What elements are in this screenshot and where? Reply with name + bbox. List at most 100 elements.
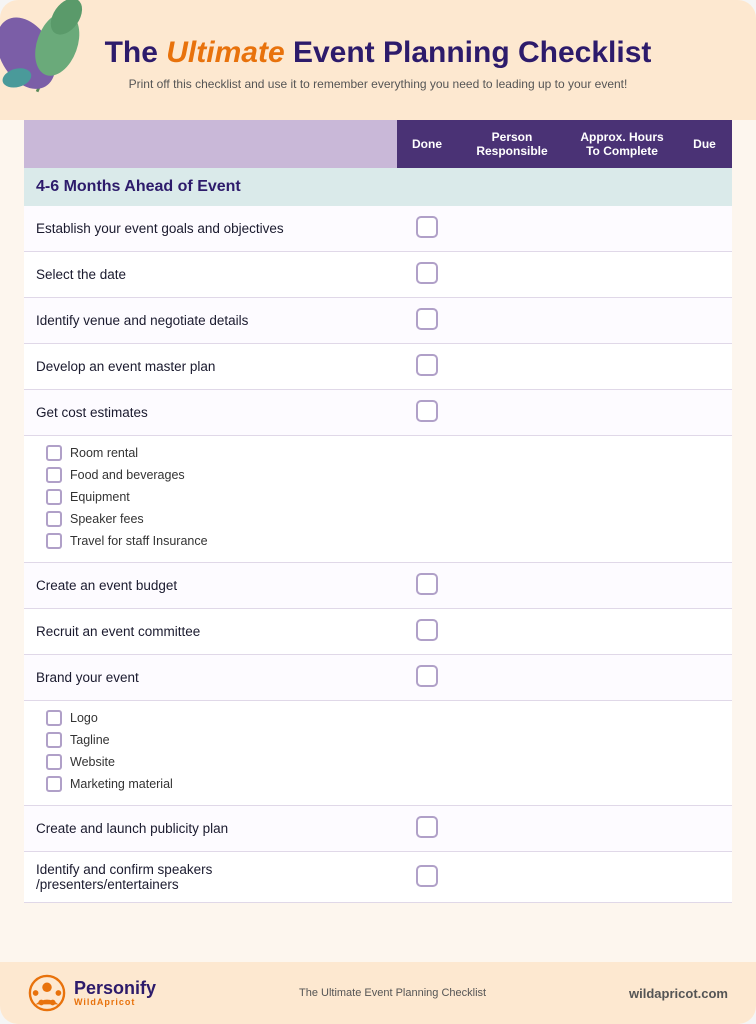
- task-name: Create an event budget: [24, 563, 397, 609]
- footer-middle-text: The Ultimate Event Planning Checklist: [299, 987, 486, 999]
- col-due: Due: [677, 120, 732, 168]
- checklist-table: Done PersonResponsible Approx. HoursTo C…: [24, 120, 732, 903]
- table-row: Get cost estimates: [24, 390, 732, 436]
- person-cell: [457, 852, 567, 903]
- list-item: Room rental: [46, 442, 720, 464]
- person-cell: [457, 344, 567, 390]
- checkbox[interactable]: [416, 400, 438, 422]
- hours-cell: [567, 852, 677, 903]
- sub-checkbox[interactable]: [46, 732, 62, 748]
- table-row: Identify and confirm speakers/presenters…: [24, 852, 732, 903]
- hours-cell: [567, 806, 677, 852]
- checkbox[interactable]: [416, 619, 438, 641]
- sub-checkbox[interactable]: [46, 511, 62, 527]
- checkbox[interactable]: [416, 262, 438, 284]
- hours-cell: [567, 655, 677, 701]
- sub-item-label: Food and beverages: [70, 468, 185, 482]
- list-item: Marketing material: [46, 773, 720, 795]
- checkbox[interactable]: [416, 573, 438, 595]
- hours-cell: [567, 206, 677, 252]
- sub-item-label: Tagline: [70, 733, 110, 747]
- table-row: Establish your event goals and objective…: [24, 206, 732, 252]
- checkbox[interactable]: [416, 865, 438, 887]
- sub-item-label: Website: [70, 755, 115, 769]
- person-cell: [457, 206, 567, 252]
- checkbox-cell[interactable]: [397, 609, 457, 655]
- table-row: Select the date: [24, 252, 732, 298]
- checkbox-cell[interactable]: [397, 344, 457, 390]
- footer-url: wildapricot.com: [629, 986, 728, 1001]
- sub-item-label: Equipment: [70, 490, 130, 504]
- sub-items-cell: Room rental Food and beverages Equipment…: [24, 436, 732, 563]
- person-cell: [457, 390, 567, 436]
- list-item: Food and beverages: [46, 464, 720, 486]
- checkbox-cell[interactable]: [397, 563, 457, 609]
- person-cell: [457, 252, 567, 298]
- list-item: Speaker fees: [46, 508, 720, 530]
- sub-item-label: Logo: [70, 711, 98, 725]
- col-task: [24, 120, 397, 168]
- table-row: Recruit an event committee: [24, 609, 732, 655]
- sub-item-label: Room rental: [70, 446, 138, 460]
- checkbox-cell[interactable]: [397, 206, 457, 252]
- checkbox[interactable]: [416, 354, 438, 376]
- task-name: Get cost estimates: [24, 390, 397, 436]
- sub-checkbox[interactable]: [46, 489, 62, 505]
- due-cell: [677, 252, 732, 298]
- list-item: Travel for staff Insurance: [46, 530, 720, 552]
- table-wrapper: Done PersonResponsible Approx. HoursTo C…: [0, 120, 756, 962]
- brand-sub: WildApricot: [74, 997, 156, 1007]
- sub-checkbox[interactable]: [46, 467, 62, 483]
- list-item: Tagline: [46, 729, 720, 751]
- sub-item-label: Speaker fees: [70, 512, 144, 526]
- checkbox-cell[interactable]: [397, 655, 457, 701]
- task-name: Identify and confirm speakers/presenters…: [24, 852, 397, 903]
- due-cell: [677, 563, 732, 609]
- due-cell: [677, 390, 732, 436]
- sub-items-cell: Logo Tagline Website Marketing material: [24, 701, 732, 806]
- hours-cell: [567, 298, 677, 344]
- table-row: Brand your event: [24, 655, 732, 701]
- checkbox[interactable]: [416, 816, 438, 838]
- checkbox-cell[interactable]: [397, 390, 457, 436]
- sub-items-container: Logo Tagline Website Marketing material: [36, 707, 720, 795]
- hours-cell: [567, 609, 677, 655]
- sub-items-row: Room rental Food and beverages Equipment…: [24, 436, 732, 563]
- col-person: PersonResponsible: [457, 120, 567, 168]
- due-cell: [677, 344, 732, 390]
- sub-checkbox[interactable]: [46, 533, 62, 549]
- sub-checkbox[interactable]: [46, 754, 62, 770]
- table-row: Create an event budget: [24, 563, 732, 609]
- person-cell: [457, 298, 567, 344]
- footer-logo: Personify WildApricot: [28, 974, 156, 1012]
- footer-brand: Personify WildApricot: [74, 979, 156, 1007]
- brand-name: Personify: [74, 979, 156, 997]
- due-cell: [677, 609, 732, 655]
- checkbox-cell[interactable]: [397, 298, 457, 344]
- checkbox[interactable]: [416, 308, 438, 330]
- column-header-row: Done PersonResponsible Approx. HoursTo C…: [24, 120, 732, 168]
- due-cell: [677, 852, 732, 903]
- checkbox-cell[interactable]: [397, 252, 457, 298]
- list-item: Logo: [46, 707, 720, 729]
- task-name: Recruit an event committee: [24, 609, 397, 655]
- table-row: Create and launch publicity plan: [24, 806, 732, 852]
- task-name: Identify venue and negotiate details: [24, 298, 397, 344]
- checkbox[interactable]: [416, 665, 438, 687]
- checkbox[interactable]: [416, 216, 438, 238]
- due-cell: [677, 206, 732, 252]
- sub-checkbox[interactable]: [46, 710, 62, 726]
- checkbox-cell[interactable]: [397, 852, 457, 903]
- sub-checkbox[interactable]: [46, 776, 62, 792]
- checkbox-cell[interactable]: [397, 806, 457, 852]
- sub-items-container: Room rental Food and beverages Equipment…: [36, 442, 720, 552]
- person-cell: [457, 806, 567, 852]
- sub-items-row: Logo Tagline Website Marketing material: [24, 701, 732, 806]
- sub-checkbox[interactable]: [46, 445, 62, 461]
- due-cell: [677, 655, 732, 701]
- col-done: Done: [397, 120, 457, 168]
- task-name: Establish your event goals and objective…: [24, 206, 397, 252]
- page-title: The Ultimate Event Planning Checklist: [105, 35, 652, 71]
- footer: Personify WildApricot The Ultimate Event…: [0, 962, 756, 1024]
- table-row: Develop an event master plan: [24, 344, 732, 390]
